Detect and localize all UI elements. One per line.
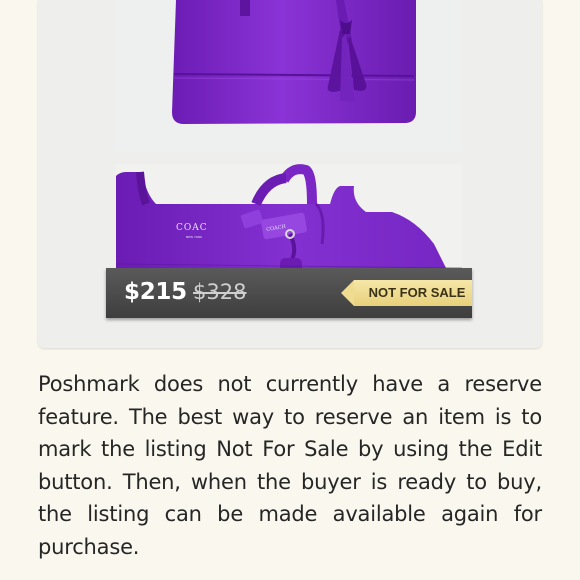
comment-text: Poshmark does not currently have a reser… (38, 372, 542, 559)
svg-text:NEW YORK: NEW YORK (186, 235, 203, 239)
bag-bottom-image (116, 0, 462, 152)
listing-photo-top[interactable] (116, 0, 462, 152)
listing-price: $215 (124, 279, 187, 305)
listing-card[interactable]: COAC NEW YORK COACH $215 $328 NOT FOR SA… (38, 0, 542, 348)
price-bar: $215 $328 NOT FOR SALE (106, 268, 472, 318)
original-price: $328 (193, 280, 247, 304)
not-for-sale-tag: NOT FOR SALE (341, 280, 472, 306)
svg-text:COAC: COAC (176, 223, 208, 233)
